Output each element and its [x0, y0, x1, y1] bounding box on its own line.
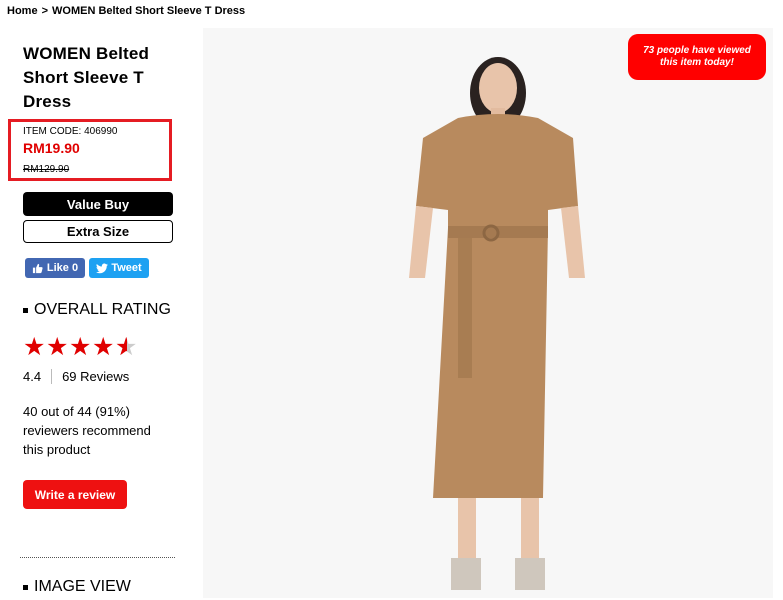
half-star-icon: ★ ★	[115, 333, 138, 361]
facebook-like-button[interactable]: Like 0	[25, 258, 85, 278]
star-icon: ★	[23, 333, 46, 361]
bullet-square-icon	[23, 584, 28, 590]
image-view-label: IMAGE VIEW	[34, 578, 131, 595]
product-title: WOMEN Belted Short Sleeve T Dress	[23, 44, 150, 111]
breadcrumb-current[interactable]: WOMEN Belted Short Sleeve T Dress	[52, 5, 245, 17]
twitter-bird-icon	[96, 263, 109, 273]
item-code: ITEM CODE: 406990	[23, 126, 118, 137]
star-icon: ★	[69, 333, 92, 361]
original-price: RM129.90	[23, 164, 70, 175]
product-image[interactable]	[203, 28, 773, 598]
bullet-square-icon	[23, 307, 28, 313]
star-icon: ★	[46, 333, 69, 361]
star-rating: ★ ★ ★ ★ ★ ★	[23, 335, 138, 360]
value-buy-button[interactable]: Value Buy	[23, 192, 173, 216]
star-icon: ★	[92, 333, 115, 361]
like-label: Like 0	[46, 262, 79, 274]
sale-price: RM19.90	[23, 140, 80, 156]
rating-summary: 4.4 69 Reviews	[23, 369, 129, 384]
overall-rating-label: OVERALL RATING	[34, 301, 171, 318]
recommend-text: 40 out of 44 (91%) reviewers recommend t…	[23, 404, 151, 457]
image-view-heading: IMAGE VIEW	[23, 578, 131, 596]
tweet-button[interactable]: Tweet	[89, 258, 149, 278]
breadcrumb-home-link[interactable]: Home	[7, 5, 38, 17]
breadcrumb: Home > WOMEN Belted Short Sleeve T Dress	[7, 5, 245, 17]
tweet-label: Tweet	[111, 262, 142, 274]
write-review-button[interactable]: Write a review	[23, 480, 127, 509]
reviews-link[interactable]: 69 Reviews	[52, 369, 129, 384]
breadcrumb-separator: >	[41, 5, 48, 17]
rating-score: 4.4	[23, 369, 53, 384]
extra-size-button[interactable]: Extra Size	[23, 220, 173, 243]
divider	[20, 557, 175, 558]
model-wearing-dress-image	[203, 28, 773, 598]
thumbs-up-icon	[32, 263, 43, 273]
overall-rating-heading: OVERALL RATING	[23, 301, 171, 319]
viewed-count-badge: 73 people have viewed this item today!	[628, 34, 766, 80]
social-buttons: Like 0 Tweet	[25, 258, 149, 278]
